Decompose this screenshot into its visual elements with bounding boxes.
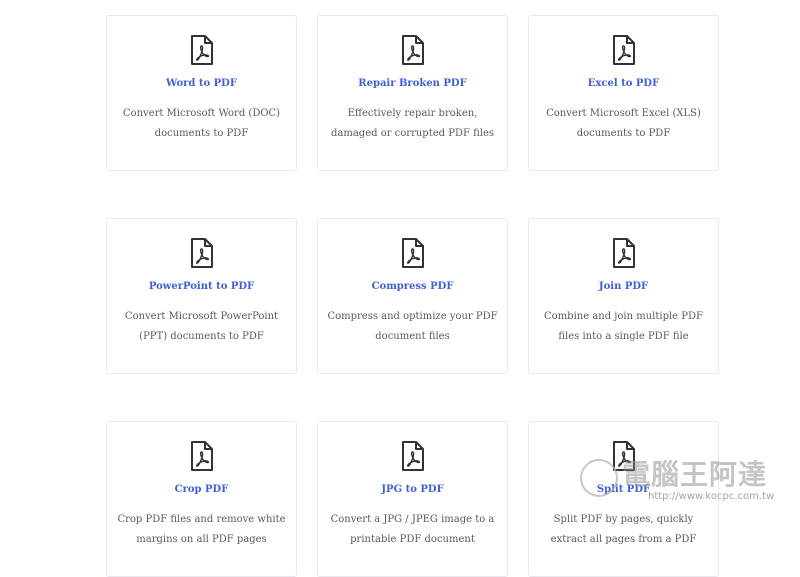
tool-card-word-to-pdf[interactable]: Word to PDF Convert Microsoft Word (DOC)…: [106, 15, 297, 171]
pdf-file-icon: [612, 238, 635, 268]
tool-card-powerpoint-to-pdf[interactable]: PowerPoint to PDF Convert Microsoft Powe…: [106, 218, 297, 374]
tools-grid: Word to PDF Convert Microsoft Word (DOC)…: [106, 15, 719, 577]
tool-title[interactable]: Crop PDF: [107, 483, 296, 497]
tool-title[interactable]: Word to PDF: [107, 77, 296, 91]
tool-description: Crop PDF files and remove white margins …: [117, 514, 286, 545]
tool-card-excel-to-pdf[interactable]: Excel to PDF Convert Microsoft Excel (XL…: [528, 15, 719, 171]
tool-card-compress-pdf[interactable]: Compress PDF Compress and optimize your …: [317, 218, 508, 374]
tool-description: Combine and join multiple PDF files into…: [544, 311, 703, 342]
tool-description: Effectively repair broken, damaged or co…: [330, 108, 494, 139]
pdf-file-icon: [190, 35, 213, 65]
tool-title[interactable]: Compress PDF: [318, 280, 507, 294]
tool-card-join-pdf[interactable]: Join PDF Combine and join multiple PDF f…: [528, 218, 719, 374]
pdf-file-icon: [612, 441, 635, 471]
tool-description: Convert Microsoft PowerPoint (PPT) docum…: [124, 311, 279, 342]
pdf-file-icon: [401, 238, 424, 268]
tool-title[interactable]: Join PDF: [529, 280, 718, 294]
pdf-file-icon: [190, 441, 213, 471]
tool-description: Convert a JPG / JPEG image to a printabl…: [330, 514, 495, 545]
tool-card-repair-broken-pdf[interactable]: Repair Broken PDF Effectively repair bro…: [317, 15, 508, 171]
tool-card-jpg-to-pdf[interactable]: JPG to PDF Convert a JPG / JPEG image to…: [317, 421, 508, 577]
tool-description: Convert Microsoft Excel (XLS) documents …: [546, 108, 701, 139]
tool-description: Compress and optimize your PDF document …: [327, 311, 498, 342]
tool-description: Split PDF by pages, quickly extract all …: [550, 514, 697, 545]
tool-card-split-pdf[interactable]: Split PDF Split PDF by pages, quickly ex…: [528, 421, 719, 577]
tool-description: Convert Microsoft Word (DOC) documents t…: [122, 108, 281, 139]
pdf-file-icon: [190, 238, 213, 268]
tool-title[interactable]: Split PDF: [529, 483, 718, 497]
tool-card-crop-pdf[interactable]: Crop PDF Crop PDF files and remove white…: [106, 421, 297, 577]
pdf-file-icon: [612, 35, 635, 65]
tool-title[interactable]: Repair Broken PDF: [318, 77, 507, 91]
pdf-file-icon: [401, 35, 424, 65]
tool-title[interactable]: JPG to PDF: [318, 483, 507, 497]
pdf-file-icon: [401, 441, 424, 471]
tool-title[interactable]: Excel to PDF: [529, 77, 718, 91]
tool-title[interactable]: PowerPoint to PDF: [107, 280, 296, 294]
